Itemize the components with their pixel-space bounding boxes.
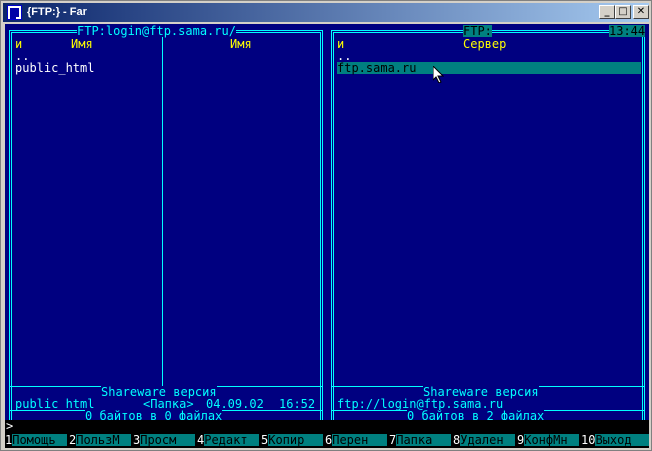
- right-col-header-server: Сервер: [463, 37, 507, 51]
- console-area: FTP:login@ftp.sama.ru/ и Имя Имя .. publ…: [5, 24, 649, 448]
- key-f7-num: 7: [389, 433, 397, 447]
- right-item-ftp-sama[interactable]: ftp.sama.ru: [337, 62, 416, 74]
- left-panel-title[interactable]: FTP:login@ftp.sama.ru/: [77, 25, 236, 37]
- key-f7-label: Папка: [396, 434, 452, 446]
- right-panel-frame: [331, 30, 645, 424]
- key-f1-help[interactable]: 1Помощь: [5, 433, 68, 447]
- key-f4-label: Редакт: [204, 434, 260, 446]
- key-f6-move[interactable]: 6Перен: [325, 433, 388, 447]
- key-f1-num: 1: [5, 433, 13, 447]
- key-f8-num: 8: [453, 433, 461, 447]
- far-app-icon[interactable]: [7, 5, 22, 20]
- key-f6-num: 6: [325, 433, 333, 447]
- key-f5-label: Копир: [268, 434, 324, 446]
- minimize-button[interactable]: _: [599, 5, 615, 19]
- left-status-name: public_html: [15, 397, 95, 411]
- title-bar[interactable]: {FTP:} - Far _ □ ✕: [3, 3, 649, 22]
- maximize-button[interactable]: □: [615, 5, 631, 19]
- left-status-time: 16:52: [279, 397, 316, 411]
- far-window: {FTP:} - Far _ □ ✕ FTP:login@ftp.sama.ru…: [0, 0, 652, 451]
- key-f9-confmenu[interactable]: 9КонфМн: [517, 433, 580, 447]
- key-f3-view[interactable]: 3Просм: [133, 433, 196, 447]
- left-col-header-name: Имя: [71, 37, 93, 51]
- left-column-divider: [162, 33, 163, 386]
- left-panel-frame: [9, 30, 323, 424]
- key-f10-label: Выход: [595, 434, 649, 446]
- key-f6-label: Перен: [332, 434, 388, 446]
- clock: 13:44: [609, 24, 646, 38]
- key-f9-num: 9: [517, 433, 525, 447]
- key-f3-label: Просм: [140, 434, 196, 446]
- right-panel-title[interactable]: FTP:: [463, 25, 492, 37]
- left-col-header-name-2: Имя: [230, 37, 252, 51]
- key-f2-label: ПользМ: [76, 434, 132, 446]
- key-f8-delete[interactable]: 8Удален: [453, 433, 516, 447]
- left-item-public-html[interactable]: public_html: [15, 62, 94, 74]
- mouse-pointer-icon: [433, 66, 444, 83]
- key-f5-num: 5: [261, 433, 269, 447]
- key-f9-label: КонфМн: [524, 434, 580, 446]
- key-f3-num: 3: [133, 433, 141, 447]
- key-f4-num: 4: [197, 433, 205, 447]
- right-panel[interactable]: FTP: 13:44 и Сервер .. ftp.sama.ru Share…: [327, 24, 649, 428]
- key-f5-copy[interactable]: 5Копир: [261, 433, 324, 447]
- key-f2-num: 2: [69, 433, 77, 447]
- command-line[interactable]: >: [5, 420, 649, 432]
- close-button[interactable]: ✕: [633, 5, 649, 19]
- command-prompt: >: [6, 419, 14, 433]
- window-title: {FTP:} - Far: [27, 6, 87, 18]
- function-key-bar: 1Помощь 2ПользМ 3Просм 4Редакт 5Копир 6П…: [5, 433, 649, 447]
- key-f4-edit[interactable]: 4Редакт: [197, 433, 260, 447]
- key-f1-label: Помощь: [12, 434, 68, 446]
- key-f7-mkdir[interactable]: 7Папка: [389, 433, 452, 447]
- key-f2-usermenu[interactable]: 2ПользМ: [69, 433, 132, 447]
- key-f10-quit[interactable]: 10Выход: [581, 433, 649, 447]
- key-f10-num: 10: [581, 433, 596, 447]
- key-f8-label: Удален: [460, 434, 516, 446]
- left-panel[interactable]: FTP:login@ftp.sama.ru/ и Имя Имя .. publ…: [5, 24, 327, 428]
